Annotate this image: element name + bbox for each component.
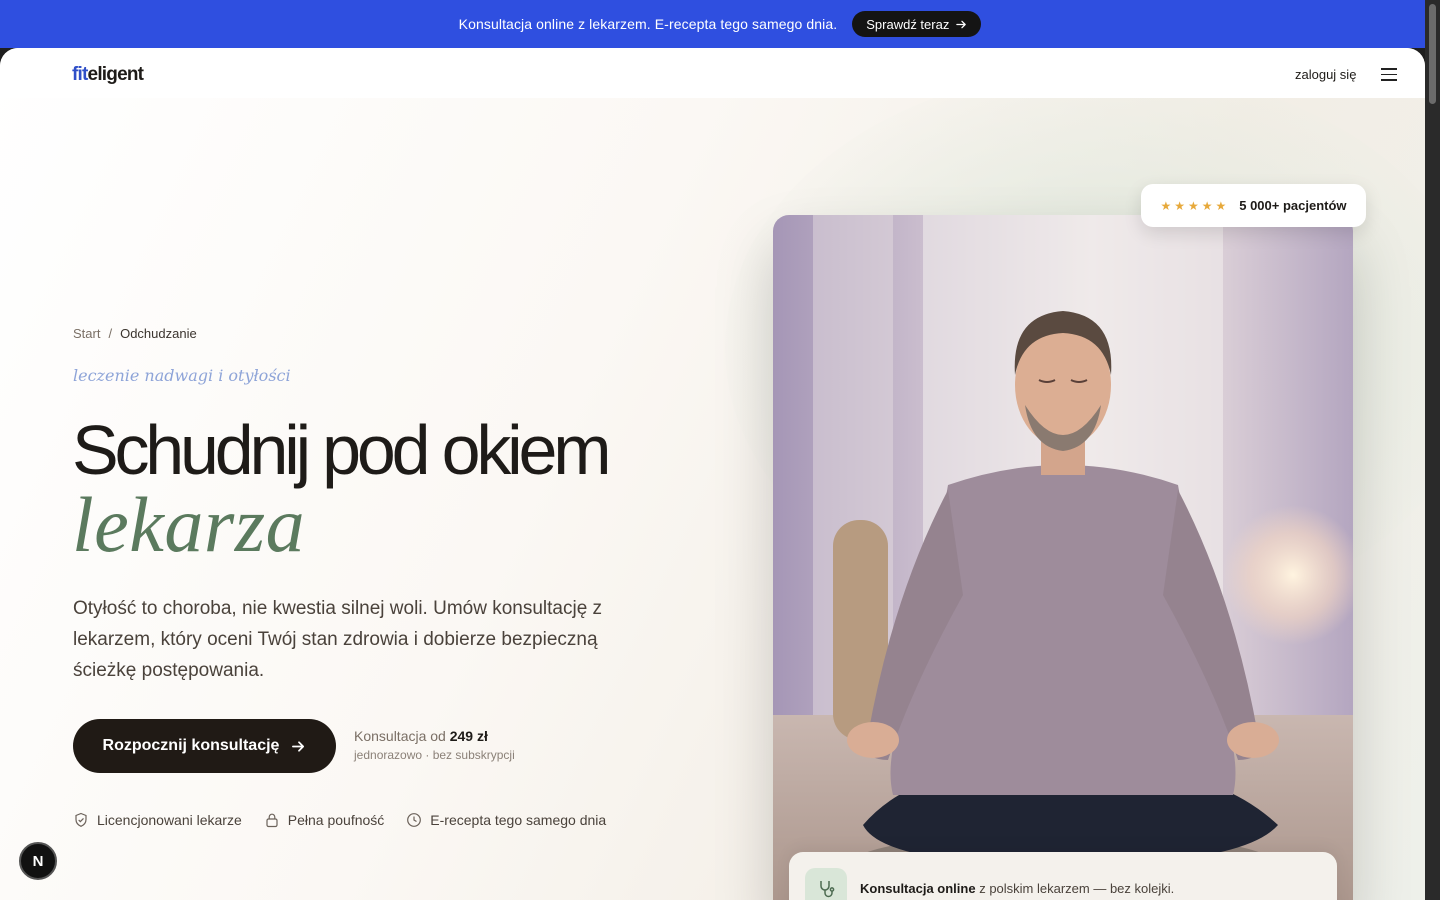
trust-item-privacy: Pełna poufność — [264, 812, 384, 828]
clock-icon — [407, 813, 422, 827]
start-consultation-button[interactable]: Rozpocznij konsultację — [73, 719, 336, 773]
rating-stars-icon: ★★★★★ — [1160, 198, 1230, 213]
promo-button-label: Sprawdź teraz — [866, 16, 950, 32]
price-line: Konsultacja od 249 zł — [354, 728, 488, 744]
arrow-right-icon — [292, 740, 305, 752]
breadcrumb-start[interactable]: Start — [73, 326, 100, 341]
scrollbar-thumb[interactable] — [1429, 4, 1436, 104]
page-content: fiteligent zaloguj się Start / Odchudzan… — [0, 48, 1425, 900]
breadcrumb-separator: / — [108, 326, 113, 341]
promo-text: Konsultacja online z lekarzem. E-recepta… — [458, 16, 838, 32]
breadcrumb-current: Odchudzanie — [120, 326, 197, 341]
nextjs-dev-badge[interactable]: N — [19, 842, 57, 880]
trust-badges: Licencjonowani lekarze Pełna poufność E-… — [73, 812, 606, 828]
trust-item-erecepta: E-recepta tego samego dnia — [406, 812, 606, 828]
patient-rating-badge: ★★★★★ 5 000+ pacjentów — [1141, 184, 1366, 227]
hamburger-icon[interactable] — [1381, 68, 1397, 81]
fiteligent-logo[interactable]: fiteligent — [72, 64, 144, 86]
cta-label: Rozpocznij konsultację — [102, 737, 280, 754]
consultation-info-card: Konsultacja online z polskim lekarzem — … — [789, 852, 1337, 900]
lock-icon — [266, 813, 278, 828]
arrow-right-icon — [956, 20, 967, 28]
hero-headline: Schudnij pod okiem — [72, 411, 612, 489]
breadcrumb: Start / Odchudzanie — [73, 326, 197, 341]
hero-kicker: leczenie nadwagi i otyłości — [73, 366, 291, 385]
price-info: Konsultacja od 249 zł jednorazowo · bez … — [354, 728, 515, 762]
promo-check-button[interactable]: Sprawdź teraz — [852, 11, 982, 37]
stethoscope-icon — [805, 868, 847, 900]
price-subtext: jednorazowo · bez subskrypcji — [354, 748, 515, 762]
trust-item-licensed: Licencjonowani lekarze — [73, 812, 242, 828]
consultation-info-text: Konsultacja online z polskim lekarzem — … — [860, 881, 1175, 896]
rating-text: 5 000+ pacjentów — [1239, 198, 1347, 213]
hero-lead: Otyłość to choroba, nie kwestia silnej w… — [73, 598, 603, 681]
promo-bar: Konsultacja online z lekarzem. E-recepta… — [0, 0, 1440, 48]
shield-check-icon — [75, 812, 87, 827]
login-link[interactable]: zaloguj się — [1295, 67, 1356, 82]
meditation-illustration — [773, 215, 1353, 900]
price-value: 249 zł — [449, 728, 488, 744]
hero-headline-emphasis: lekarza — [72, 481, 306, 568]
site-header: fiteligent zaloguj się — [0, 48, 1425, 98]
scrollbar-track[interactable] — [1425, 0, 1440, 900]
hero-photo-meditating-man — [773, 215, 1353, 900]
